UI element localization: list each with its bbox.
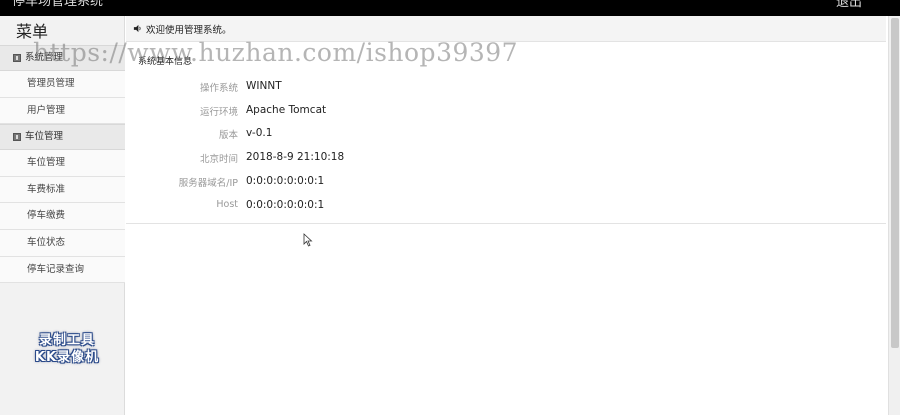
info-label: 操作系统 (199, 83, 238, 94)
recorder-watermark-logo: 录制工具 KK录像机 (22, 332, 112, 366)
menu-list: 系统管理 管理员管理 用户管理 车位管理 车位管理 车费标准 停车缴费 车位状态… (0, 45, 125, 284)
menu-group-system[interactable]: 系统管理 (0, 45, 125, 71)
info-label: 版本 (218, 130, 238, 141)
scrollbar-thumb[interactable] (891, 18, 899, 348)
info-label: 运行环境 (199, 107, 238, 118)
menu-group-label: 车位管理 (25, 131, 64, 143)
book-icon (13, 54, 21, 62)
info-row-runtime: 运行环境 Apache Tomcat (126, 104, 566, 124)
info-row-version: 版本 v-0.1 (126, 127, 566, 147)
menu-title: 菜单 (16, 22, 49, 41)
vertical-scrollbar[interactable] (888, 16, 900, 415)
menu-group-parking[interactable]: 车位管理 (0, 124, 125, 151)
info-row-server-ip: 服务器域名/IP 0:0:0:0:0:0:0:1 (126, 175, 566, 195)
info-label: Host (216, 199, 238, 210)
menu-item-space-status[interactable]: 车位状态 (0, 229, 125, 257)
info-value: v-0.1 (246, 127, 273, 139)
book-icon (13, 133, 21, 142)
menu-item-user-management[interactable]: 用户管理 (0, 97, 125, 125)
info-value: 0:0:0:0:0:0:0:1 (246, 175, 325, 187)
menu-group-label: 系统管理 (25, 52, 64, 63)
mouse-pointer-icon (303, 233, 313, 247)
top-bar: 停车场管理系统 退出 (0, 0, 900, 16)
welcome-notice: 欢迎使用管理系统。 (126, 16, 886, 42)
menu-item-space-management[interactable]: 车位管理 (0, 150, 125, 177)
info-value: WINNT (246, 80, 282, 92)
menu-item-admin-management[interactable]: 管理员管理 (0, 71, 125, 98)
system-info-panel: 系统基本信息 操作系统 WINNT 运行环境 Apache Tomcat 版本 … (126, 46, 886, 224)
info-row-host: Host 0:0:0:0:0:0:0:1 (126, 199, 566, 219)
info-value: 0:0:0:0:0:0:0:1 (246, 199, 325, 211)
info-value: 2018-8-9 21:10:18 (246, 151, 345, 163)
app-title: 停车场管理系统 (12, 0, 104, 9)
info-value: Apache Tomcat (246, 104, 327, 116)
info-label: 服务器域名/IP (178, 178, 238, 189)
panel-title: 系统基本信息 (138, 57, 193, 67)
menu-item-parking-payment[interactable]: 停车缴费 (0, 203, 125, 230)
notice-text: 欢迎使用管理系统。 (146, 24, 232, 36)
menu-item-parking-records[interactable]: 停车记录查询 (0, 256, 125, 284)
main-content: 欢迎使用管理系统。 系统基本信息 操作系统 WINNT 运行环境 Apache … (126, 16, 886, 415)
info-row-os: 操作系统 WINNT (126, 80, 566, 100)
info-row-beijing-time: 北京时间 2018-8-9 21:10:18 (126, 151, 566, 171)
watermark-line-2: KK录像机 (34, 350, 100, 365)
watermark-line-1: 录制工具 (38, 333, 95, 348)
info-label: 北京时间 (199, 154, 238, 165)
logout-button[interactable]: 退出 (836, 0, 862, 11)
sidebar: 菜单 系统管理 管理员管理 用户管理 车位管理 车位管理 车费标准 停车缴费 车… (0, 16, 125, 415)
speaker-icon (133, 24, 141, 33)
menu-item-fee-standard[interactable]: 车费标准 (0, 176, 125, 204)
